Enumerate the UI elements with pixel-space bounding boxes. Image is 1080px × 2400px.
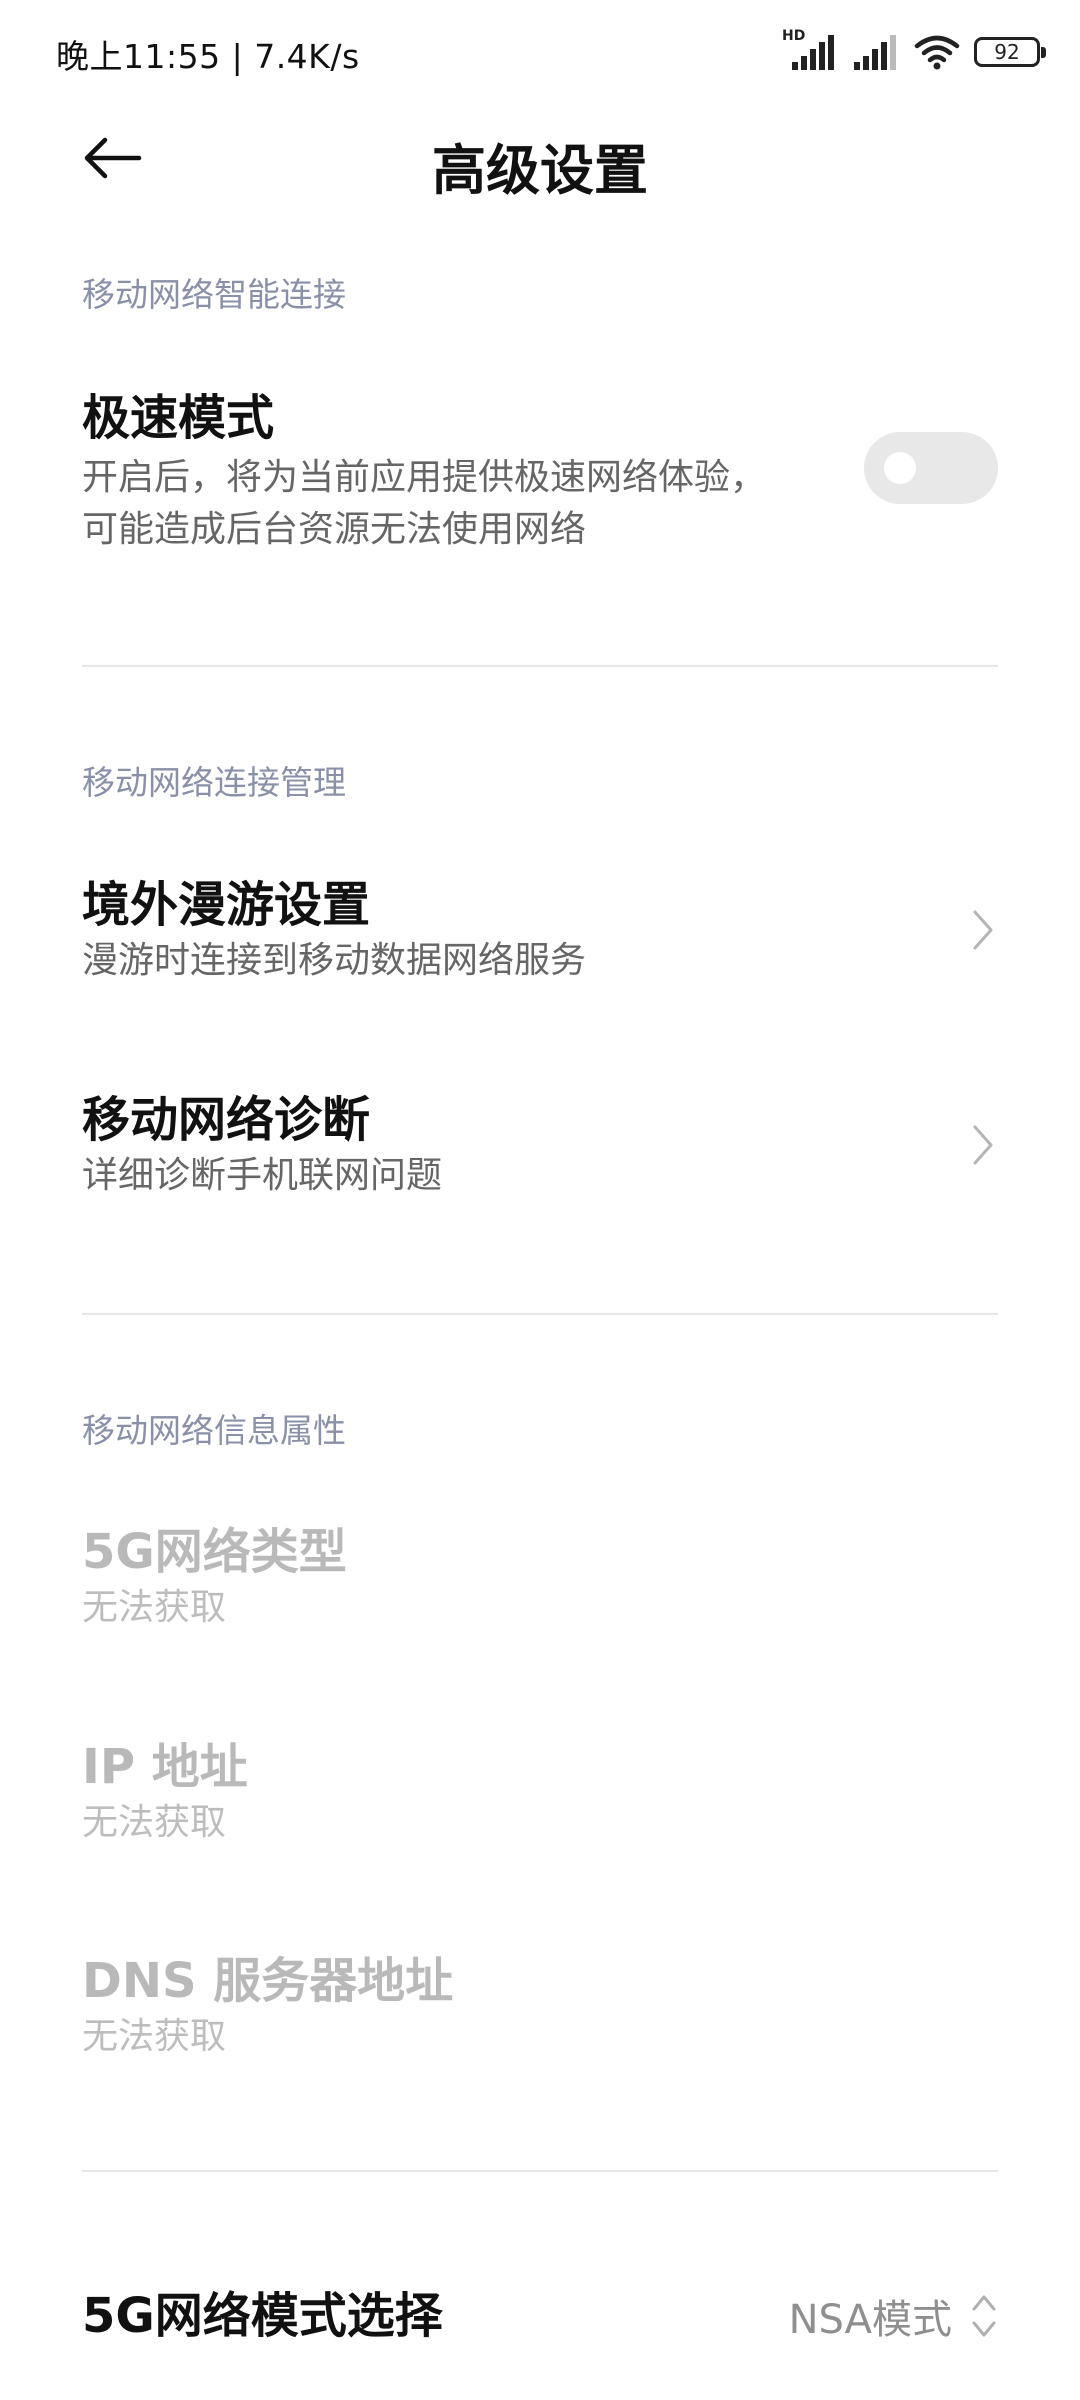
divider <box>82 665 998 667</box>
roaming-title: 境外漫游设置 <box>82 877 371 933</box>
network-type-value: 无法获取 <box>82 1587 227 1628</box>
status-time-speed: 晚上11:55 | 7.4K/s <box>56 37 360 76</box>
chevron-right-icon <box>968 905 998 955</box>
section-title-info: 移动网络信息属性 <box>82 1411 346 1450</box>
chevron-right-icon <box>968 1120 998 1170</box>
signal-icon <box>852 32 900 72</box>
toggle-knob <box>884 452 916 484</box>
speed-mode-item[interactable]: 极速模式 开启后，将为当前应用提供极速网络体验， 可能造成后台资源无法使用网络 <box>82 388 998 568</box>
dns-server-item: DNS 服务器地址 无法获取 <box>82 1951 998 2071</box>
header: 高级设置 <box>0 110 1080 210</box>
diagnosis-subtitle: 详细诊断手机联网问题 <box>82 1155 443 1196</box>
roaming-settings-item[interactable]: 境外漫游设置 漫游时连接到移动数据网络服务 <box>82 875 998 995</box>
divider <box>82 1313 998 1315</box>
status-icons: HD 92 <box>782 28 1046 74</box>
speed-mode-title: 极速模式 <box>82 390 275 446</box>
wifi-icon <box>914 32 960 72</box>
page-title: 高级设置 <box>432 139 648 202</box>
network-type-title: 5G网络类型 <box>82 1524 347 1580</box>
divider <box>82 2170 998 2172</box>
5g-mode-value: NSA模式 <box>788 2297 952 2343</box>
network-type-item: 5G网络类型 无法获取 <box>82 1522 998 1642</box>
ip-address-item: IP 地址 无法获取 <box>82 1737 998 1857</box>
5g-mode-select-item[interactable]: 5G网络模式选择 NSA模式 <box>82 2281 998 2351</box>
ip-address-title: IP 地址 <box>82 1739 248 1795</box>
dns-value: 无法获取 <box>82 2016 227 2057</box>
dns-title: DNS 服务器地址 <box>82 1953 454 2009</box>
speed-mode-subtitle-line2: 可能造成后台资源无法使用网络 <box>82 509 587 550</box>
battery-level: 92 <box>994 40 1020 64</box>
network-diagnosis-item[interactable]: 移动网络诊断 详细诊断手机联网问题 <box>82 1090 998 1210</box>
diagnosis-title: 移动网络诊断 <box>82 1092 371 1148</box>
speed-mode-toggle[interactable] <box>864 432 998 504</box>
section-title-smart-connect: 移动网络智能连接 <box>82 275 346 314</box>
status-bar: 晚上11:55 | 7.4K/s HD 92 <box>0 0 1080 110</box>
section-title-connection-management: 移动网络连接管理 <box>82 763 346 802</box>
5g-mode-selector[interactable]: NSA模式 <box>789 2281 998 2351</box>
chevron-up-down-icon <box>970 2291 998 2341</box>
ip-address-value: 无法获取 <box>82 1802 227 1843</box>
roaming-subtitle: 漫游时连接到移动数据网络服务 <box>82 940 587 981</box>
hd-signal-icon: HD <box>782 28 838 72</box>
battery-icon: 92 <box>974 37 1046 67</box>
speed-mode-subtitle-line1: 开启后，将为当前应用提供极速网络体验， <box>82 457 767 498</box>
